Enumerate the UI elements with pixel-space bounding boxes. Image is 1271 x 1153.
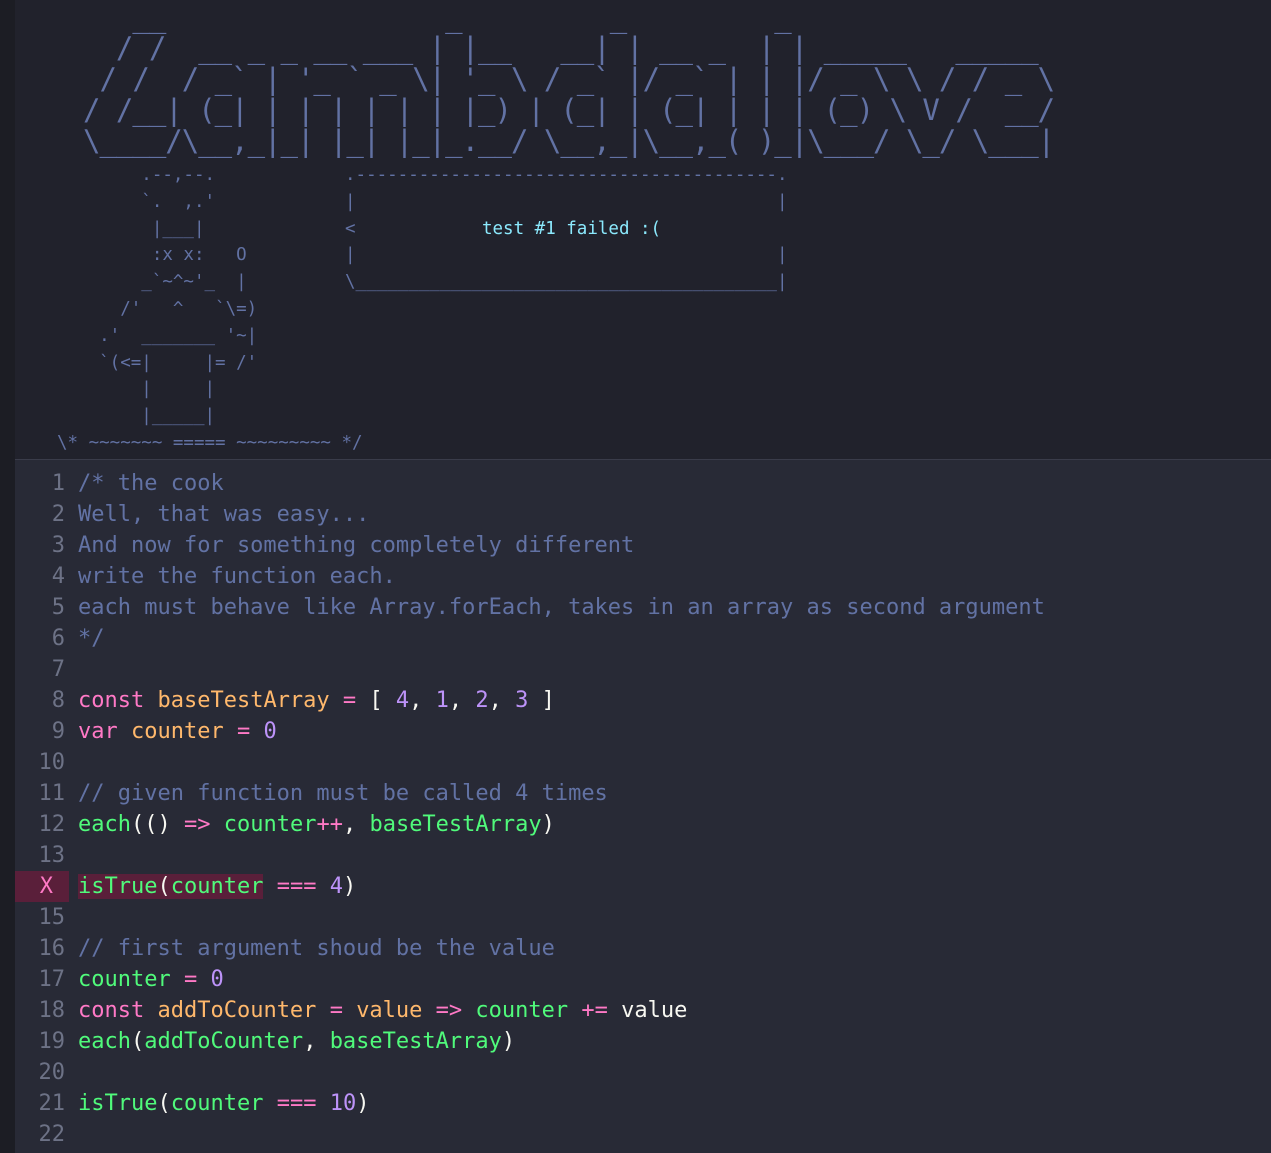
- code-line[interactable]: 3 And now for something completely differ…: [15, 530, 1271, 561]
- code-editor[interactable]: 1 /* the cook 2 Well, that was easy... 3 And …: [15, 468, 1271, 1153]
- code-text: Well, that was easy...: [78, 502, 370, 527]
- code-text: isTrue(counter === 4): [78, 874, 357, 899]
- code-line[interactable]: 20: [15, 1057, 1271, 1088]
- code-line[interactable]: 19 each(addToCounter, baseTestArray): [15, 1026, 1271, 1057]
- line-number: 5: [51, 595, 65, 620]
- code-text: counter = 0: [78, 967, 224, 992]
- line-number: 17: [38, 967, 66, 992]
- line-number: 9: [51, 719, 65, 744]
- code-line[interactable]: 16 // first argument shoud be the value: [15, 933, 1271, 964]
- line-number: 11: [38, 781, 66, 806]
- bubble-top: .---------------------------------------…: [345, 165, 788, 185]
- code-line[interactable]: 15: [15, 902, 1271, 933]
- code-line[interactable]: 10: [15, 747, 1271, 778]
- failed-assertion-line[interactable]: XisTrue(counter === 4): [15, 871, 1271, 902]
- code-text: write the function each.: [78, 564, 396, 589]
- ascii-banner: __ _ _ _ / / __ _ _ __ ___ | |__ __| | _…: [15, 0, 1271, 460]
- bubble-bottom: \_______________________________________…: [345, 272, 788, 293]
- line-number: 3: [51, 533, 65, 558]
- code-text: each(addToCounter, baseTestArray): [78, 1029, 516, 1054]
- line-number: 20: [38, 1060, 66, 1085]
- window-edge: [0, 0, 15, 1153]
- code-text: each must behave like Array.forEach, tak…: [78, 595, 1045, 620]
- code-line[interactable]: 11 // given function must be called 4 tim…: [15, 778, 1271, 809]
- code-text: /* the cook: [78, 471, 224, 496]
- code-text: And now for something completely differe…: [78, 533, 635, 558]
- test-result-message: test #1 failed :(: [481, 218, 662, 239]
- code-line[interactable]: 8 const baseTestArray = [ 4, 1, 2, 3 ]: [15, 685, 1271, 716]
- code-line[interactable]: 21 isTrue(counter === 10): [15, 1088, 1271, 1119]
- line-number: 4: [51, 564, 65, 589]
- code-text: // first argument shoud be the value: [78, 936, 555, 961]
- code-line[interactable]: 13: [15, 840, 1271, 871]
- line-number: 6: [51, 626, 65, 651]
- error-marker: X: [39, 874, 53, 899]
- line-number: 16: [38, 936, 66, 961]
- code-text: */: [78, 626, 105, 651]
- code-text: isTrue(counter === 10): [78, 1091, 370, 1116]
- line-number: 21: [38, 1091, 66, 1116]
- code-text: const addToCounter = value => counter +=…: [78, 998, 688, 1023]
- line-number: 8: [51, 688, 65, 713]
- code-line[interactable]: 17 counter = 0: [15, 964, 1271, 995]
- code-text: var counter = 0: [78, 719, 277, 744]
- code-line[interactable]: 9 var counter = 0: [15, 716, 1271, 747]
- bubble-side: | |: [345, 245, 788, 266]
- line-number: 10: [38, 750, 66, 775]
- line-number: 1: [51, 471, 65, 496]
- line-number: 22: [38, 1122, 66, 1147]
- speech-bubble: .---------------------------------------…: [345, 162, 788, 296]
- code-line[interactable]: 6 */: [15, 623, 1271, 654]
- line-number: 15: [38, 905, 66, 930]
- banner-footer: \* ~~~~~~~ ===== ~~~~~~~~~ */: [57, 433, 363, 453]
- line-number: 19: [38, 1029, 66, 1054]
- line-number: 2: [51, 502, 65, 527]
- code-line[interactable]: 5 each must behave like Array.forEach, ta…: [15, 592, 1271, 623]
- cook-ascii-art: .--,--. `. ,.' |___| :x x: O _`~^~'_ | /…: [99, 165, 258, 427]
- code-line[interactable]: 1 /* the cook: [15, 468, 1271, 499]
- code-line[interactable]: 22: [15, 1119, 1271, 1150]
- code-text: each(() => counter++, baseTestArray): [78, 812, 555, 837]
- code-line[interactable]: 7: [15, 654, 1271, 685]
- line-number: 18: [38, 998, 66, 1023]
- code-line[interactable]: 4 write the function each.: [15, 561, 1271, 592]
- line-number: 12: [38, 812, 66, 837]
- bubble-side: | |: [345, 191, 788, 212]
- code-text: // given function must be called 4 times: [78, 781, 608, 806]
- line-number: 13: [38, 843, 66, 868]
- code-line[interactable]: 2 Well, that was easy...: [15, 499, 1271, 530]
- code-text: const baseTestArray = [ 4, 1, 2, 3 ]: [78, 688, 555, 713]
- line-number: 7: [51, 657, 65, 682]
- lambdalove-logo: __ _ _ _ / / __ _ _ __ ___ | |__ __| | _…: [83, 0, 1055, 158]
- code-line[interactable]: 12 each(() => counter++, baseTestArray): [15, 809, 1271, 840]
- code-line[interactable]: 18 const addToCounter = value => counter …: [15, 995, 1271, 1026]
- bubble-pointer: <: [345, 218, 356, 239]
